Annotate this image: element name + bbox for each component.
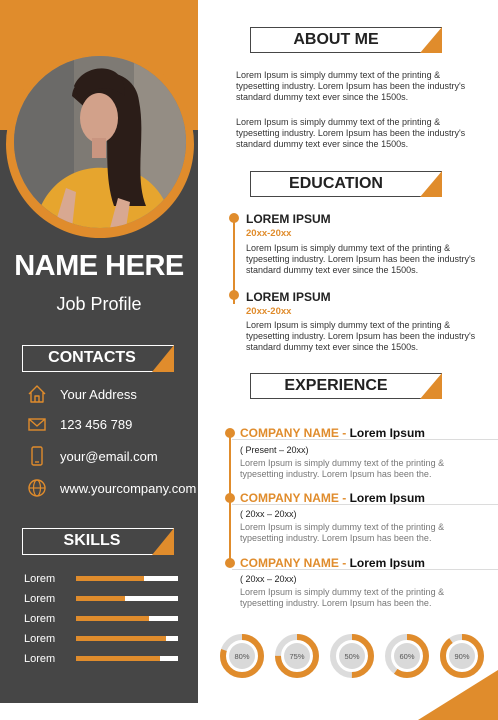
job-role: Lorem Ipsum — [349, 491, 425, 505]
education-years-1: 20xx-20xx — [246, 228, 292, 239]
skill-bar-fill — [76, 576, 145, 581]
skill-row: Lorem — [24, 572, 184, 586]
skill-bar-fill — [76, 636, 166, 641]
skill-label: Lorem — [24, 613, 56, 625]
home-icon — [26, 383, 48, 405]
candidate-name: NAME HERE — [14, 250, 184, 282]
education-heading-1: LOREM IPSUM — [246, 212, 331, 226]
progress-ring: 80% — [219, 633, 265, 679]
skill-label: Lorem — [24, 593, 56, 605]
education-heading: EDUCATION — [289, 175, 383, 192]
experience-period-2: ( 20xx – 20xx) — [240, 509, 297, 519]
experience-period-3: ( 20xx – 20xx) — [240, 574, 297, 584]
envelope-icon — [26, 413, 48, 435]
timeline-dot — [225, 428, 235, 438]
contact-website: www.yourcompany.com — [26, 477, 196, 499]
experience-heading-3: COMPANY NAME - Lorem Ipsum — [240, 556, 425, 570]
heading-corner-accent — [152, 528, 174, 555]
experience-text-2: Lorem Ipsum is simply dummy text of the … — [240, 522, 445, 543]
timeline-dot — [229, 213, 239, 223]
about-paragraph: Lorem Ipsum is simply dummy text of the … — [236, 117, 466, 149]
company-name: COMPANY NAME — [240, 426, 339, 440]
company-name: COMPANY NAME — [240, 556, 339, 570]
job-role: Lorem Ipsum — [349, 556, 425, 570]
corner-accent — [418, 670, 498, 720]
skill-bar-track — [76, 636, 178, 641]
skill-bar-track — [76, 616, 178, 621]
about-heading-box: ABOUT ME — [250, 27, 442, 53]
education-heading-2: LOREM IPSUM — [246, 290, 331, 304]
skills-heading-box: SKILLS — [22, 528, 174, 555]
ring-label: 75% — [289, 652, 304, 661]
company-name: COMPANY NAME — [240, 491, 339, 505]
ring-label: 50% — [344, 652, 359, 661]
heading-corner-accent — [152, 345, 174, 372]
heading-corner-accent — [420, 27, 442, 53]
ring-label: 80% — [234, 652, 249, 661]
skill-bar-track — [76, 656, 178, 661]
ring-label: 60% — [399, 652, 414, 661]
contacts-heading: CONTACTS — [48, 349, 136, 366]
experience-text-3: Lorem Ipsum is simply dummy text of the … — [240, 587, 445, 608]
experience-text-1: Lorem Ipsum is simply dummy text of the … — [240, 458, 445, 479]
globe-icon — [26, 477, 48, 499]
skills-heading: SKILLS — [63, 532, 121, 549]
skill-bar-track — [76, 576, 178, 581]
skill-row: Lorem — [24, 612, 184, 626]
about-paragraph: Lorem Ipsum is simply dummy text of the … — [236, 70, 466, 102]
education-years-2: 20xx-20xx — [246, 306, 292, 317]
contact-email: your@email.com — [26, 445, 158, 467]
progress-ring: 75% — [274, 633, 320, 679]
skill-label: Lorem — [24, 573, 56, 585]
timeline-dot — [225, 558, 235, 568]
about-heading: ABOUT ME — [293, 31, 379, 48]
skill-bar-fill — [76, 656, 160, 661]
experience-heading: EXPERIENCE — [284, 377, 388, 394]
experience-heading-box: EXPERIENCE — [250, 373, 442, 399]
education-text-1: Lorem Ipsum is simply dummy text of the … — [246, 243, 476, 275]
contact-phone: 123 456 789 — [26, 413, 132, 435]
phone-icon — [26, 445, 48, 467]
skill-label: Lorem — [24, 633, 56, 645]
experience-period-1: ( Present – 20xx) — [240, 445, 309, 455]
job-profile: Job Profile — [56, 294, 142, 314]
skill-row: Lorem — [24, 652, 184, 666]
ring-label: 90% — [454, 652, 469, 661]
divider — [232, 504, 498, 505]
skill-row: Lorem — [24, 592, 184, 606]
skill-row: Lorem — [24, 632, 184, 646]
contact-address: Your Address — [26, 383, 137, 405]
timeline-dot — [225, 493, 235, 503]
divider — [232, 439, 498, 440]
progress-ring: 50% — [329, 633, 375, 679]
experience-heading-2: COMPANY NAME - Lorem Ipsum — [240, 491, 425, 505]
skill-label: Lorem — [24, 653, 56, 665]
skill-bar-fill — [76, 616, 150, 621]
experience-heading-1: COMPANY NAME - Lorem Ipsum — [240, 426, 425, 440]
education-text-2: Lorem Ipsum is simply dummy text of the … — [246, 320, 476, 352]
skill-bar-fill — [76, 596, 125, 601]
heading-corner-accent — [420, 373, 442, 399]
contacts-heading-box: CONTACTS — [22, 345, 174, 372]
skill-bar-track — [76, 596, 178, 601]
education-heading-box: EDUCATION — [250, 171, 442, 197]
divider — [232, 569, 498, 570]
heading-corner-accent — [420, 171, 442, 197]
timeline-dot — [229, 290, 239, 300]
profile-photo — [14, 56, 186, 228]
job-role: Lorem Ipsum — [349, 426, 425, 440]
